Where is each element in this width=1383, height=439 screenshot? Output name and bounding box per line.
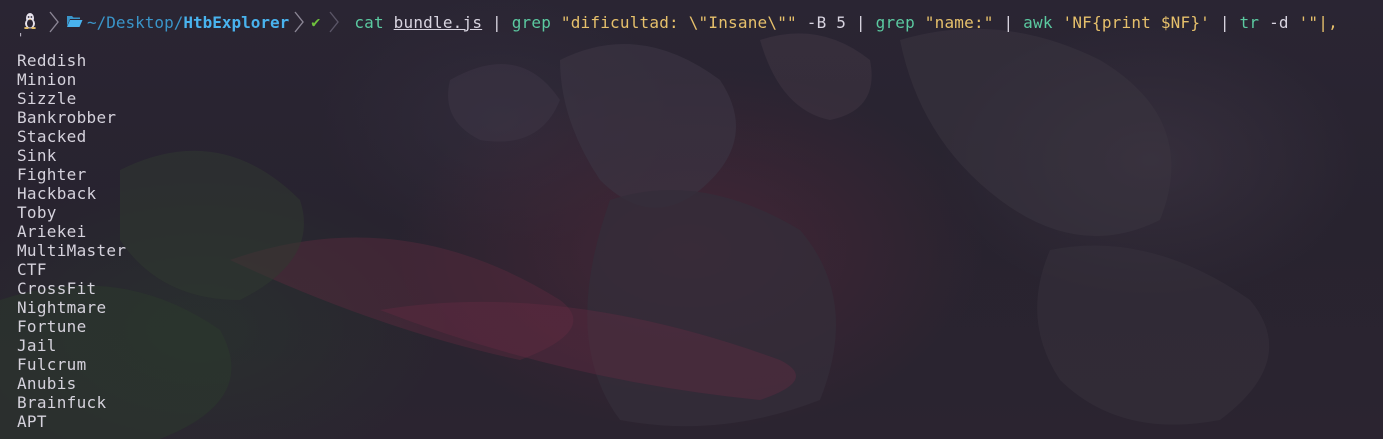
output-line: Brainfuck xyxy=(17,393,107,412)
cmd-tr-flags: -d xyxy=(1269,12,1289,32)
cmd-awk-arg: 'NF{print $NF}' xyxy=(1062,12,1211,32)
output-line: Jail xyxy=(17,336,57,355)
cmd-grep-1-arg: "dificultad: \"Insane\"" xyxy=(560,12,797,32)
output-line: Hackback xyxy=(17,184,97,203)
cmd-grep-1-flags: -B 5 xyxy=(806,12,847,32)
output-line: Sink xyxy=(17,146,57,165)
output-line: Ariekei xyxy=(17,222,87,241)
command-output: Reddish Minion Sizzle Bankrobber Stacked Sink… xyxy=(17,51,126,431)
output-line: Nightmare xyxy=(17,298,107,317)
output-line: Bankrobber xyxy=(17,108,117,127)
prompt-path-prefix: ~/Desktop/ xyxy=(87,12,184,32)
output-line: Stacked xyxy=(17,127,87,146)
prompt-separator-icon xyxy=(293,9,305,35)
cmd-cat: cat xyxy=(354,12,384,32)
command-input[interactable]: cat bundle.js | grep "dificultad: \"Insa… xyxy=(354,13,1338,32)
output-line: Sizzle xyxy=(17,89,77,108)
prompt-separator-icon xyxy=(328,9,340,35)
cmd-pipe: | xyxy=(1219,12,1230,32)
output-line: Fortune xyxy=(17,317,87,336)
cmd-file-arg: bundle.js xyxy=(393,12,483,32)
prompt-line: ~/Desktop/HtbExplorer ✔ cat bundle.js | … xyxy=(0,9,1338,35)
output-line: Minion xyxy=(17,70,77,89)
output-line: Reddish xyxy=(17,51,87,70)
cmd-tr: tr xyxy=(1239,12,1260,32)
terminal-window[interactable]: ~/Desktop/HtbExplorer ✔ cat bundle.js | … xyxy=(0,0,1383,439)
cmd-awk: awk xyxy=(1023,12,1053,32)
prompt-path-current: HtbExplorer xyxy=(183,12,290,32)
output-line: CrossFit xyxy=(17,279,97,298)
output-line: Fighter xyxy=(17,165,87,184)
wrapped-command-remnant: ' xyxy=(17,31,25,45)
prompt-status-segment: ✔ xyxy=(305,9,328,35)
output-line: Fulcrum xyxy=(17,355,87,374)
folder-open-icon xyxy=(66,13,83,32)
cmd-grep-1: grep xyxy=(511,12,552,32)
prompt-separator-icon xyxy=(48,9,60,35)
cmd-tr-arg: '"|, xyxy=(1298,12,1338,32)
cmd-pipe: | xyxy=(492,12,502,32)
cmd-grep-2: grep xyxy=(875,12,915,32)
output-line: MultiMaster xyxy=(17,241,127,260)
output-line: Toby xyxy=(17,203,57,222)
cmd-pipe: | xyxy=(855,12,866,32)
output-line: CTF xyxy=(17,260,47,279)
prompt-path-segment: ~/Desktop/HtbExplorer xyxy=(60,9,293,35)
linux-tux-icon xyxy=(22,12,38,33)
output-line: Anubis xyxy=(17,374,77,393)
check-icon: ✔ xyxy=(311,13,321,31)
cmd-pipe: | xyxy=(1003,12,1014,32)
output-line: APT xyxy=(17,412,47,431)
wallpaper-background xyxy=(0,28,1270,439)
cmd-grep-2-arg: "name:" xyxy=(924,12,994,32)
